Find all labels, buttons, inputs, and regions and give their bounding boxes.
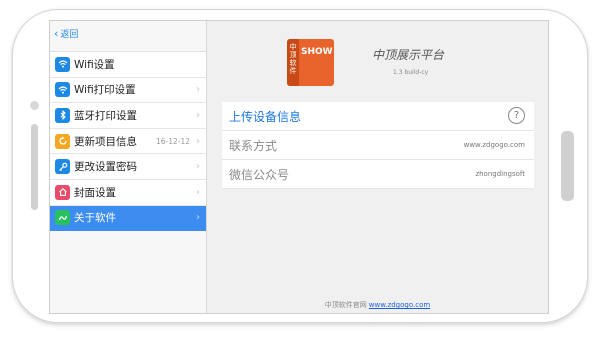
- bluetooth-icon: [55, 107, 70, 123]
- sidebar-item-label: Wifi设置: [74, 58, 115, 71]
- app-version: 1.3 build-cy: [393, 69, 429, 76]
- contact-row[interactable]: 联系方式 www.zdgogo.com: [222, 131, 534, 160]
- wechat-label: 微信公众号: [229, 167, 290, 182]
- sidebar-item-label: 更改设置密码: [74, 161, 137, 174]
- help-icon[interactable]: ?: [508, 107, 525, 124]
- app-name: 中顶展示平台: [372, 48, 445, 62]
- sidebar-item-0[interactable]: Wifi设置: [50, 52, 206, 78]
- upload-device-info-row[interactable]: 上传设备信息 ?: [222, 102, 534, 131]
- sidebar-item-label: 封面设置: [74, 186, 116, 199]
- camera-dot: [30, 101, 39, 110]
- chevron-right-icon: ›: [196, 212, 200, 224]
- footer: 中顶软件官网 www.zdgogo.com: [207, 300, 548, 310]
- app-icon: [55, 210, 70, 226]
- chevron-right-icon: ›: [196, 109, 200, 121]
- volume-button: [31, 124, 38, 210]
- contact-label: 联系方式: [229, 138, 278, 153]
- sidebar-item-label: 蓝牙打印设置: [74, 109, 137, 122]
- refresh-icon: [55, 133, 70, 149]
- logo-vertical-text: 中顶软件: [287, 39, 299, 86]
- settings-menu: Wifi设置 Wifi打印设置 › 蓝牙打印设置 › 更新项目信息 16-12-12 › 更改设…: [50, 51, 206, 232]
- sidebar-item-6[interactable]: 关于软件 ›: [50, 205, 206, 232]
- info-list: 上传设备信息 ? 联系方式 www.zdgogo.com 微信公众号 zhong…: [222, 102, 534, 189]
- wifi-icon: [55, 56, 70, 72]
- home-icon: [55, 184, 70, 200]
- wifi-icon: [55, 82, 70, 98]
- sidebar-item-label: 关于软件: [74, 212, 116, 225]
- home-button[interactable]: [561, 131, 574, 201]
- chevron-left-icon: ‹: [54, 27, 59, 40]
- wechat-row[interactable]: 微信公众号 zhongdingsoft: [222, 160, 534, 189]
- back-button[interactable]: ‹ 返回: [54, 27, 78, 40]
- app-logo: 中顶软件 SHOW: [287, 39, 334, 86]
- chevron-right-icon: ›: [196, 84, 200, 96]
- wechat-value: zhongdingsoft: [475, 170, 525, 178]
- contact-value: www.zdgogo.com: [463, 141, 525, 149]
- about-panel: 中顶软件 SHOW 中顶展示平台 1.3 build-cy 上传设备信息 ? 联…: [207, 21, 548, 313]
- back-label: 返回: [60, 30, 79, 40]
- key-icon: [55, 159, 70, 175]
- sidebar-item-2[interactable]: 蓝牙打印设置 ›: [50, 103, 206, 129]
- sidebar: ‹ 返回 Wifi设置 Wifi打印设置 › 蓝牙打印设置 › 更新项目信息 16-12-1…: [50, 21, 207, 313]
- chevron-right-icon: ›: [196, 135, 200, 147]
- sidebar-item-3[interactable]: 更新项目信息 16-12-12 ›: [50, 129, 206, 155]
- sidebar-item-4[interactable]: 更改设置密码 ›: [50, 154, 206, 180]
- footer-label: 中顶软件官网: [324, 301, 367, 309]
- logo-badge: SHOW: [301, 47, 333, 57]
- sidebar-item-5[interactable]: 封面设置 ›: [50, 180, 206, 206]
- sidebar-item-label: Wifi打印设置: [74, 84, 136, 97]
- sidebar-item-detail: 16-12-12: [155, 136, 190, 146]
- app-screen: ‹ 返回 Wifi设置 Wifi打印设置 › 蓝牙打印设置 › 更新项目信息 16-12-1…: [49, 20, 549, 314]
- upload-device-info-label: 上传设备信息: [229, 109, 302, 124]
- sidebar-item-1[interactable]: Wifi打印设置 ›: [50, 78, 206, 104]
- chevron-right-icon: ›: [196, 186, 200, 198]
- sidebar-item-label: 更新项目信息: [74, 135, 137, 148]
- chevron-right-icon: ›: [196, 161, 200, 173]
- website-link[interactable]: www.zdgogo.com: [369, 301, 430, 309]
